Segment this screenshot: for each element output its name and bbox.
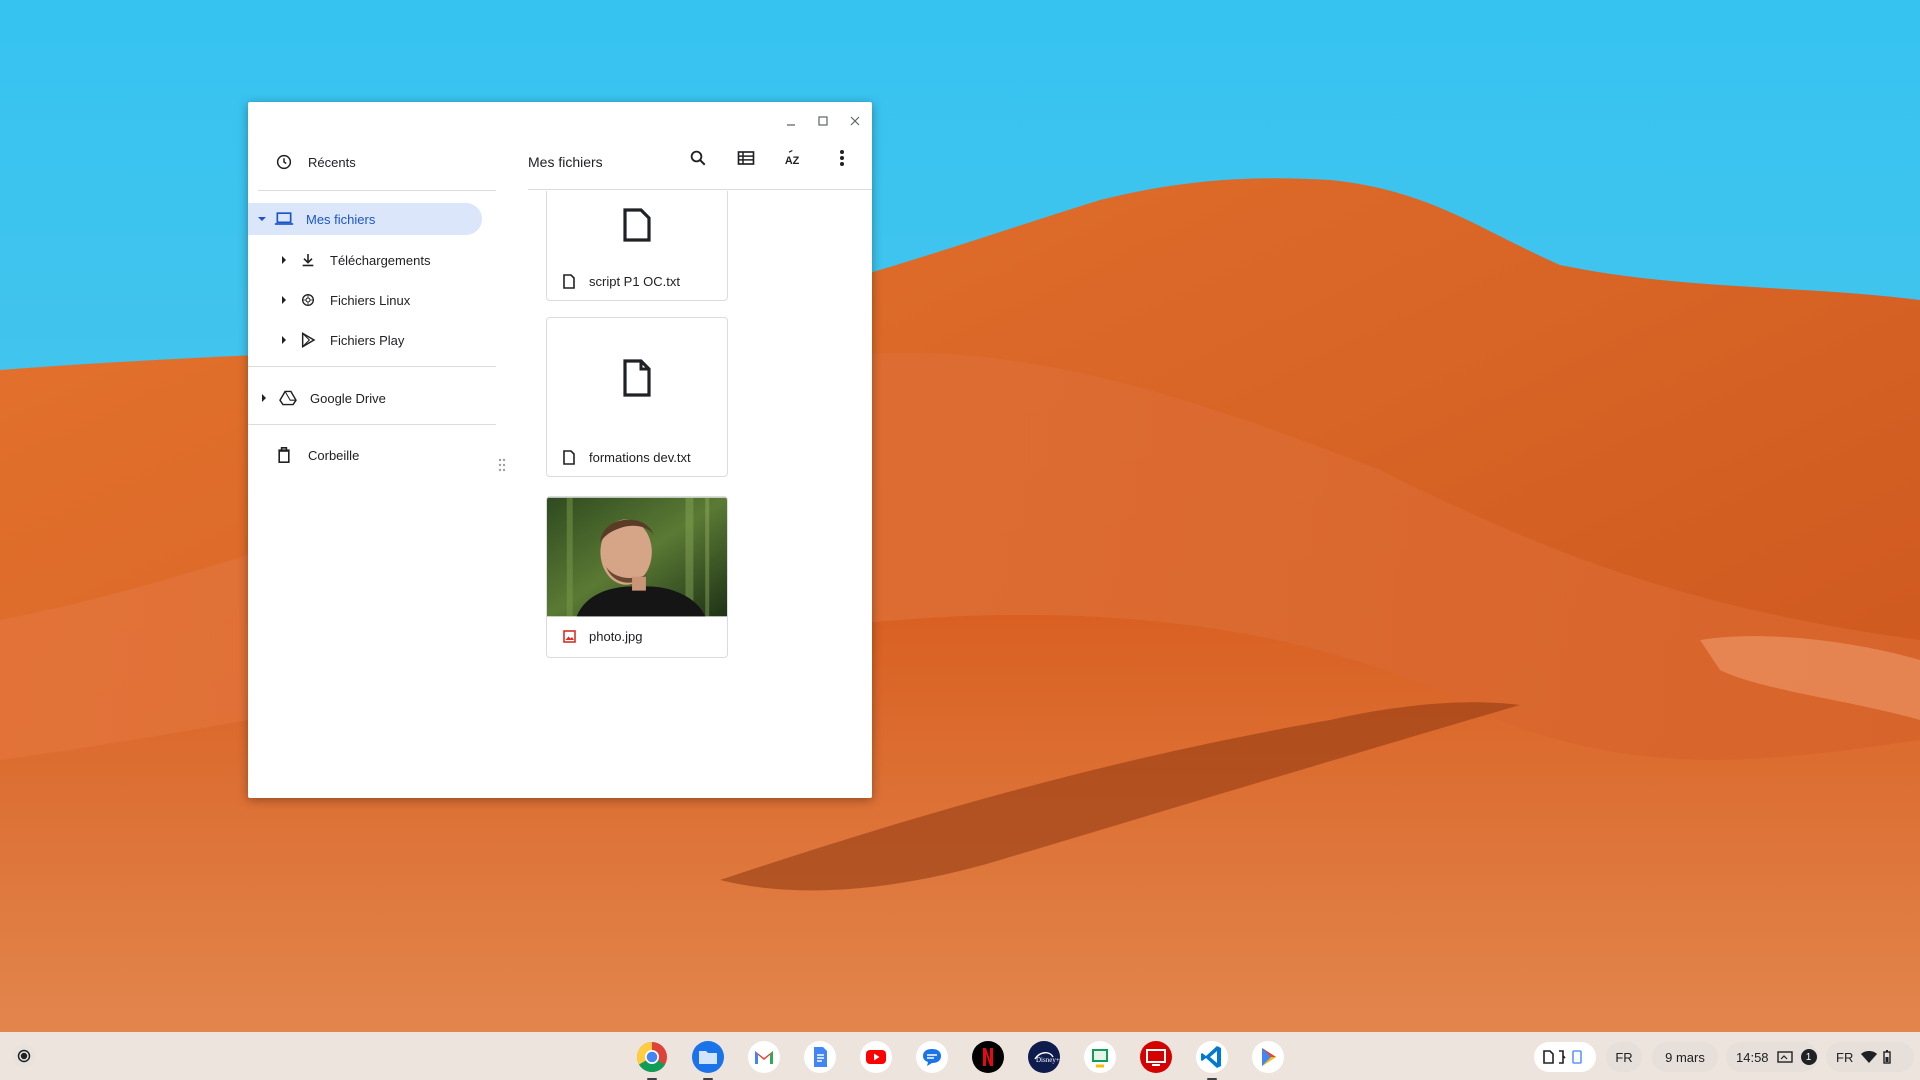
play-store-icon	[1252, 1041, 1284, 1073]
file-icon	[561, 449, 577, 465]
launcher-icon	[17, 1049, 31, 1063]
file-icon	[623, 359, 651, 397]
shelf-app-remote-desktop[interactable]	[1139, 1040, 1173, 1074]
list-view-icon	[737, 151, 755, 165]
time-tray[interactable]: 14:58 1	[1726, 1042, 1818, 1072]
clock-icon	[274, 152, 294, 172]
file-preview	[547, 191, 727, 262]
more-options-button[interactable]	[826, 142, 858, 174]
shelf-app-vscode[interactable]	[1195, 1040, 1229, 1080]
file-card[interactable]: photo.jpg	[546, 496, 728, 658]
status-area-tray[interactable]: FR	[1826, 1042, 1914, 1072]
files-toolbar: Mes fichiers AZ	[528, 102, 872, 190]
file-name: formations dev.txt	[589, 449, 691, 465]
svg-text:Disney+: Disney+	[1036, 1056, 1060, 1064]
vscode-icon	[1196, 1041, 1228, 1073]
clock-time: 14:58	[1736, 1049, 1769, 1065]
search-icon	[690, 150, 706, 166]
file-card[interactable]: formations dev.txt	[546, 317, 728, 477]
gmail-icon	[748, 1041, 780, 1073]
file-footer: script P1 OC.txt	[547, 262, 727, 300]
shelf-app-chrome[interactable]	[635, 1040, 669, 1080]
launcher-button[interactable]	[12, 1044, 36, 1068]
shelf-app-messages[interactable]	[915, 1040, 949, 1074]
image-file-icon	[561, 628, 577, 644]
file-card[interactable]: script P1 OC.txt	[546, 191, 728, 301]
files-icon	[692, 1041, 724, 1073]
shelf-app-disney-plus[interactable]: Disney+	[1027, 1040, 1061, 1074]
sort-button[interactable]: AZ	[778, 142, 810, 174]
youtube-icon	[860, 1041, 892, 1073]
keyboard-layout-label: FR	[1836, 1049, 1854, 1065]
file-preview	[547, 318, 727, 438]
disney-plus-icon: Disney+	[1028, 1041, 1060, 1073]
svg-text:AZ: AZ	[785, 155, 800, 167]
files-tray-icon	[1543, 1050, 1582, 1064]
date-tray[interactable]: 9 mars	[1652, 1042, 1718, 1072]
docs-icon	[804, 1041, 836, 1073]
messages-icon	[916, 1041, 948, 1073]
file-icon	[623, 208, 651, 242]
file-footer: photo.jpg	[547, 617, 727, 655]
sort-az-icon: AZ	[785, 149, 800, 167]
netflix-icon	[972, 1041, 1004, 1073]
image-thumbnail	[547, 497, 727, 617]
shelf-app-docs[interactable]	[803, 1040, 837, 1074]
shelf-app-files[interactable]	[691, 1040, 725, 1080]
shelf-app-netflix[interactable]	[971, 1040, 1005, 1074]
file-icon	[561, 273, 577, 289]
sidebar-item-label: Récents	[308, 154, 356, 170]
chrome-icon	[636, 1042, 667, 1073]
shelf-app-youtube[interactable]	[859, 1040, 893, 1074]
screen-capture-icon	[1776, 1051, 1793, 1063]
breadcrumb[interactable]: Mes fichiers	[528, 154, 603, 170]
file-name: photo.jpg	[589, 628, 643, 644]
list-view-button[interactable]	[730, 142, 762, 174]
sidebar-item-recent[interactable]: Récents	[274, 146, 474, 178]
wifi-icon	[1861, 1051, 1878, 1063]
search-button[interactable]	[682, 142, 714, 174]
photo-thumbnail	[547, 497, 727, 617]
ime-tray[interactable]: FR	[1606, 1042, 1642, 1072]
battery-icon	[1883, 1050, 1892, 1064]
file-footer: formations dev.txt	[547, 438, 727, 476]
shelf-app-play-store[interactable]	[1251, 1040, 1285, 1074]
files-app-window: Récents Mes fichiers Téléchargements Fic…	[248, 102, 872, 798]
file-name: script P1 OC.txt	[589, 273, 681, 289]
remote-desktop-icon	[1140, 1041, 1172, 1073]
shelf-app-gmail[interactable]	[747, 1040, 781, 1074]
holding-space-tray[interactable]	[1534, 1042, 1596, 1072]
shelf: Disney+ FR 9 mars 14:58 1 FR	[0, 1032, 1920, 1080]
shelf-app-classroom[interactable]	[1083, 1040, 1117, 1074]
notification-counter: 1	[1800, 1049, 1817, 1065]
classroom-icon	[1084, 1041, 1116, 1073]
file-grid: script P1 OC.txt formations dev.txt phot…	[248, 191, 872, 798]
more-vert-icon	[840, 150, 844, 166]
